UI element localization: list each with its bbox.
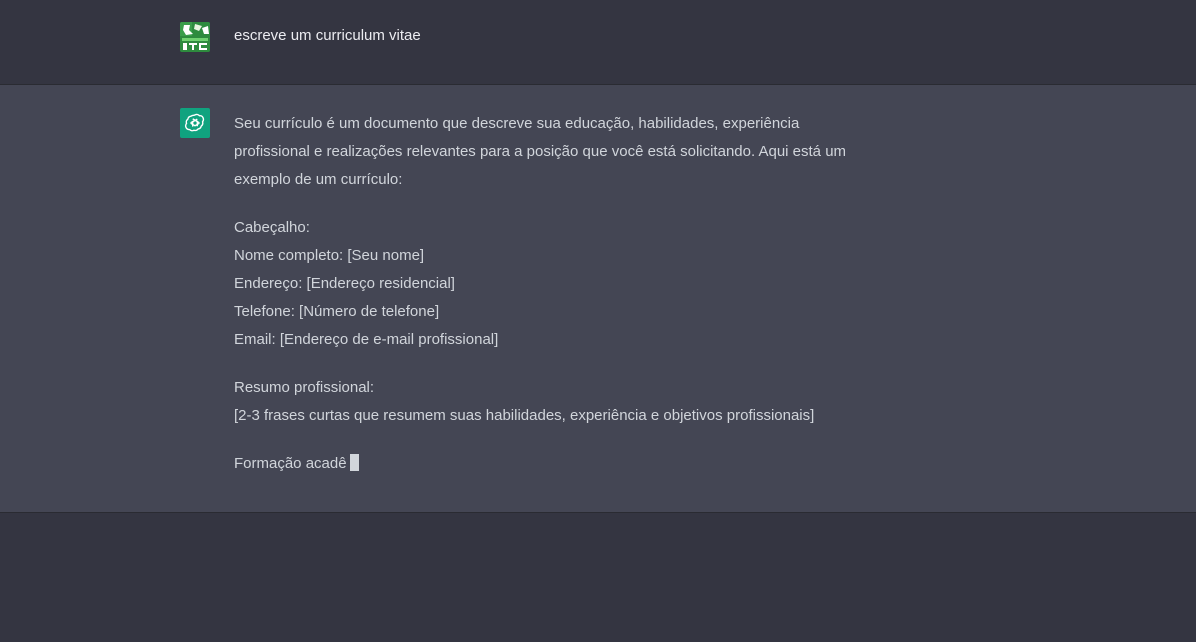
user-avatar-icon <box>180 22 210 52</box>
header-name-line: Nome completo: [Seu nome] <box>234 247 425 264</box>
header-section: Cabeçalho: Nome completo: [Seu nome] End… <box>234 214 894 354</box>
summary-text-line: [2-3 frases curtas que resumem suas habi… <box>234 407 815 424</box>
header-email-line: Email: [Endereço de e-mail profissional] <box>234 331 499 348</box>
summary-section: Resumo profissional: [2-3 frases curtas … <box>234 374 894 430</box>
education-partial-text: Formação acadê <box>234 455 347 472</box>
intro-line: profissional e realizações relevantes pa… <box>234 143 847 160</box>
intro-paragraph: Seu currículo é um documento que descrev… <box>234 110 894 194</box>
typing-cursor <box>349 454 359 471</box>
header-section-title: Cabeçalho: <box>234 219 310 236</box>
assistant-message-text: Seu currículo é um documento que descrev… <box>234 110 894 498</box>
education-section: Formação acadê <box>234 450 894 478</box>
user-message-row: escreve um curriculum vitae <box>0 0 1196 85</box>
openai-logo-icon <box>180 108 210 138</box>
chat-background <box>0 513 1196 642</box>
intro-line: Seu currículo é um documento que descrev… <box>234 115 800 132</box>
intro-line: exemplo de um currículo: <box>234 171 403 188</box>
header-address-line: Endereço: [Endereço residencial] <box>234 275 455 292</box>
header-phone-line: Telefone: [Número de telefone] <box>234 303 440 320</box>
assistant-message-row: Seu currículo é um documento que descrev… <box>0 85 1196 513</box>
summary-section-title: Resumo profissional: <box>234 379 375 396</box>
user-message-text: escreve um curriculum vitae <box>234 27 421 44</box>
